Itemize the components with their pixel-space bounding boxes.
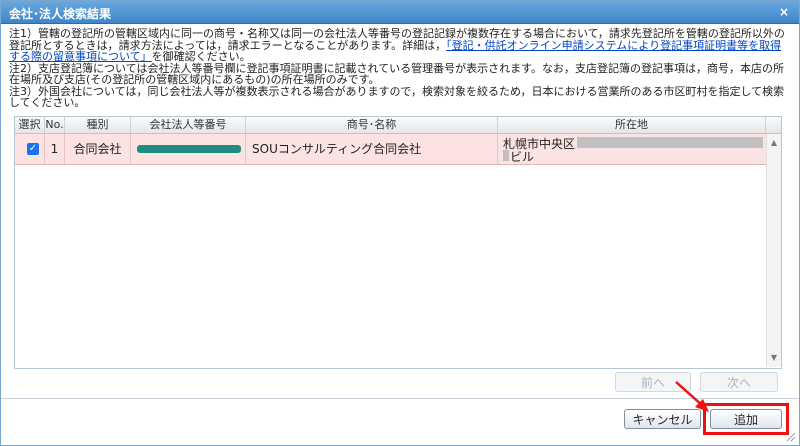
resize-grip-icon[interactable] [786, 432, 796, 442]
close-icon[interactable]: × [777, 5, 791, 19]
scroll-down-icon[interactable]: ▼ [767, 351, 781, 365]
col-header-select: 選択 [15, 117, 45, 133]
select-checkbox[interactable]: ✓ [27, 143, 39, 155]
col-header-name: 商号･名称 [246, 117, 498, 133]
col-header-corp-number: 会社法人等番号 [131, 117, 246, 133]
dialog-titlebar: 会社･法人検索結果 × [1, 1, 799, 24]
results-table: 選択 No. 種別 会社法人等番号 商号･名称 所在地 ✓ 1 合同会社 SOU… [14, 116, 782, 369]
scroll-up-icon[interactable]: ▲ [767, 136, 781, 150]
notes-section: 注1）管轄の登記所の管轄区域内に同一の商号・名称又は同一の会社法人等番号の登記記… [9, 28, 789, 109]
row-company-name: SOUコンサルティング合同会社 [246, 134, 498, 164]
vertical-scrollbar[interactable]: ▲ ▼ [766, 134, 781, 367]
redacted-address-2 [503, 150, 509, 161]
dialog-title: 会社･法人検索結果 [9, 7, 112, 21]
row-corp-number [131, 134, 246, 164]
annotation-highlight-box [703, 403, 789, 435]
note-2: 注2）支店登記簿については会社法人等番号欄に登記事項証明書に記載されている管理番… [9, 61, 785, 86]
col-header-no: No. [45, 117, 65, 133]
redacted-address [577, 137, 763, 148]
note-3: 注3）外国会社については，同じ会社法人等が複数表示される場合がありますので，検索… [9, 84, 785, 109]
row-kind: 合同会社 [65, 134, 131, 164]
address-line-2: ビル [510, 150, 535, 164]
col-header-address: 所在地 [498, 117, 766, 133]
table-header: 選択 No. 種別 会社法人等番号 商号･名称 所在地 [15, 117, 781, 134]
col-header-kind: 種別 [65, 117, 131, 133]
redacted-corp-number [137, 145, 241, 153]
note-1: 注1）管轄の登記所の管轄区域内に同一の商号・名称又は同一の会社法人等番号の登記記… [9, 28, 789, 63]
select-cell[interactable]: ✓ [15, 134, 45, 164]
annotation-arrow [675, 381, 709, 412]
search-results-dialog: 会社･法人検索結果 × 注1）管轄の登記所の管轄区域内に同一の商号・名称又は同一… [0, 0, 800, 446]
row-no: 1 [45, 134, 65, 164]
table-row[interactable]: ✓ 1 合同会社 SOUコンサルティング合同会社 札幌市中央区 ビル [15, 134, 766, 165]
row-address: 札幌市中央区 ビル [498, 134, 766, 164]
